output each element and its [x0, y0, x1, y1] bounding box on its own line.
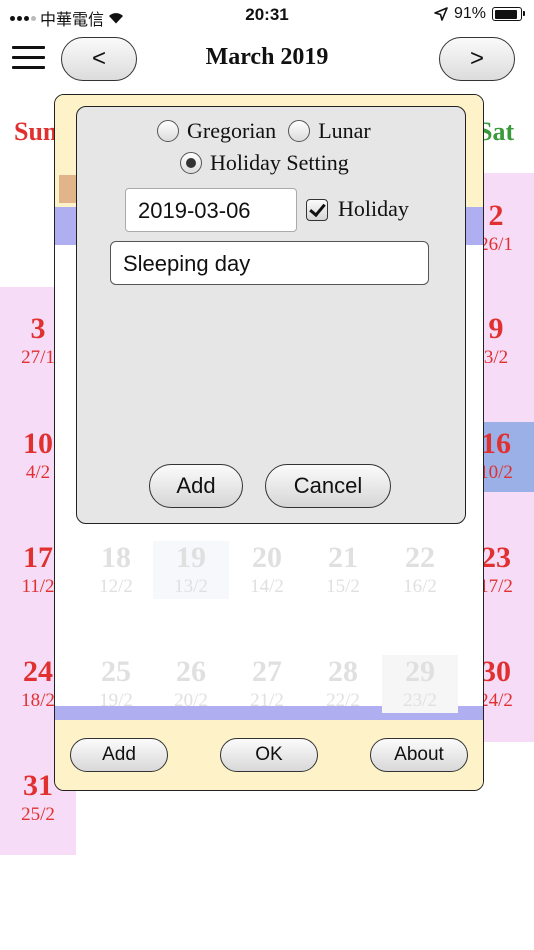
day-number: 18 [101, 541, 131, 574]
day-number: 27 [252, 655, 282, 688]
lunar-date: 20/2 [174, 690, 208, 711]
holiday-checkbox[interactable] [306, 199, 328, 221]
lunar-date: 16/2 [403, 576, 437, 597]
lunar-date: 22/2 [326, 690, 360, 711]
day-number: 20 [252, 541, 282, 574]
radio-holiday-setting[interactable] [180, 152, 202, 174]
holiday-cancel-button[interactable]: Cancel [265, 464, 391, 508]
day-number: 28 [328, 655, 358, 688]
lunar-date: 12/2 [99, 576, 133, 597]
lunar-date: 19/2 [99, 690, 133, 711]
radio-lunar[interactable] [288, 120, 311, 142]
calendar-day-cell[interactable]: 29 23/2 [382, 655, 458, 713]
holiday-checkbox-label: Holiday [338, 196, 409, 221]
calendar-day-cell[interactable]: 20 14/2 [229, 541, 305, 599]
holiday-add-button[interactable]: Add [149, 464, 243, 508]
radio-holiday-setting-label: Holiday Setting [210, 150, 349, 175]
lunar-date: 21/2 [250, 690, 284, 711]
calendar-day-cell[interactable]: 28 22/2 [305, 655, 381, 713]
location-icon [434, 7, 448, 21]
day-number: 26 [176, 655, 206, 688]
day-number: 25 [101, 655, 131, 688]
lunar-date: 15/2 [326, 576, 360, 597]
calendar-day-cell[interactable]: 21 15/2 [305, 541, 381, 599]
lunar-date: 25/2 [21, 804, 55, 825]
calendar-day-cell[interactable]: 19 13/2 [153, 541, 229, 599]
status-right: 91% [434, 5, 525, 23]
calendar-day-cell[interactable]: 27 21/2 [229, 655, 305, 713]
day-number: 29 [405, 655, 435, 688]
battery-percent: 91% [453, 5, 486, 22]
next-month-button[interactable]: > [439, 37, 515, 81]
calendar-day-cell[interactable]: 18 12/2 [78, 541, 154, 599]
day-number: 22 [405, 541, 435, 574]
radio-gregorian-label: Gregorian [187, 118, 277, 143]
calendar-day-cell[interactable]: 22 16/2 [382, 541, 458, 599]
day-number: 19 [176, 541, 206, 574]
radio-gregorian[interactable] [157, 120, 179, 142]
dialog-ok-button[interactable]: OK [220, 738, 318, 772]
day-number: 21 [328, 541, 358, 574]
holiday-setting-dialog: Gregorian Lunar Holiday Setting 2019-03-… [76, 106, 466, 524]
dialog-about-button[interactable]: About [370, 738, 468, 772]
calendar-day-cell[interactable]: 26 20/2 [153, 655, 229, 713]
lunar-date: 13/2 [174, 576, 208, 597]
calendar-day-cell[interactable]: 25 19/2 [78, 655, 154, 713]
status-bar: 中華電信 20:31 91% [0, 0, 534, 30]
lunar-date: 23/2 [403, 690, 437, 711]
dow-sunday: Sun [14, 117, 58, 146]
radio-lunar-label: Lunar [318, 118, 371, 143]
date-input[interactable]: 2019-03-06 [125, 188, 297, 232]
holiday-description-input[interactable]: Sleeping day [110, 241, 429, 285]
dialog-add-button[interactable]: Add [70, 738, 168, 772]
lunar-date: 14/2 [250, 576, 284, 597]
battery-icon [492, 7, 525, 21]
